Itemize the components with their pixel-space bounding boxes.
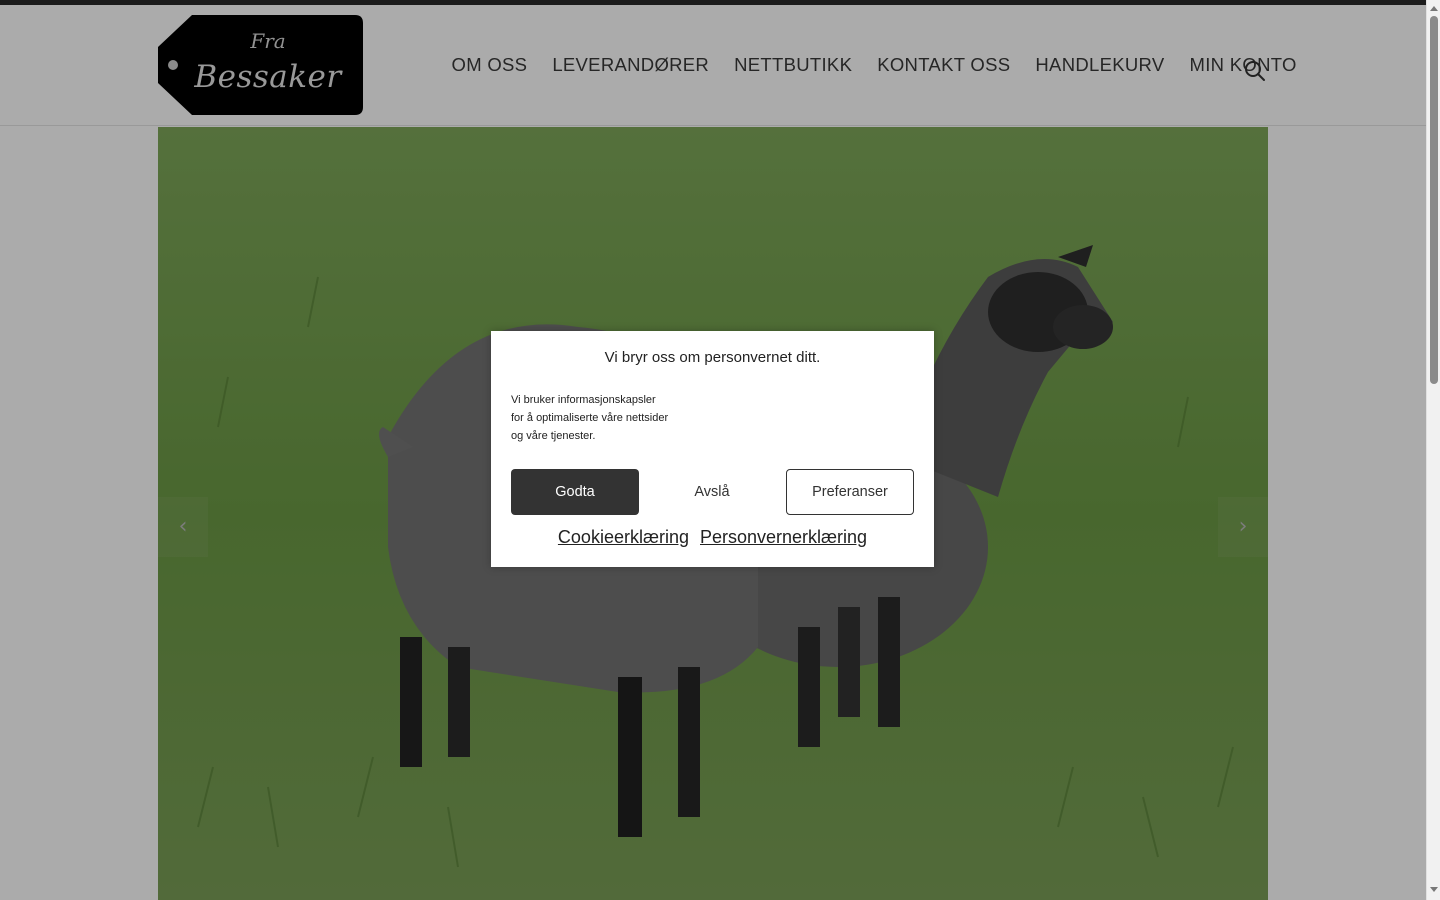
preferences-button[interactable]: Preferanser <box>786 469 914 515</box>
cookie-dialog-title: Vi bryr oss om personvernet ditt. <box>604 349 821 366</box>
cookie-consent-dialog: Vi bryr oss om personvernet ditt. Vi bru… <box>491 331 934 567</box>
deny-button[interactable]: Avslå <box>648 469 776 515</box>
cookie-policy-link[interactable]: Cookieerklæring <box>558 527 689 547</box>
page-scrollbar[interactable] <box>1426 0 1440 900</box>
privacy-policy-link[interactable]: Personvernerklæring <box>700 527 867 547</box>
cookie-dialog-text: Vi bruker informasjonskapsler for å opti… <box>511 394 669 442</box>
policy-links: Cookieerklæring Personvernerklæring <box>491 527 934 548</box>
scroll-up-arrow-icon[interactable] <box>1430 6 1438 11</box>
accept-button[interactable]: Godta <box>511 469 639 515</box>
scroll-down-arrow-icon[interactable] <box>1430 887 1438 892</box>
scrollbar-thumb[interactable] <box>1430 16 1438 384</box>
